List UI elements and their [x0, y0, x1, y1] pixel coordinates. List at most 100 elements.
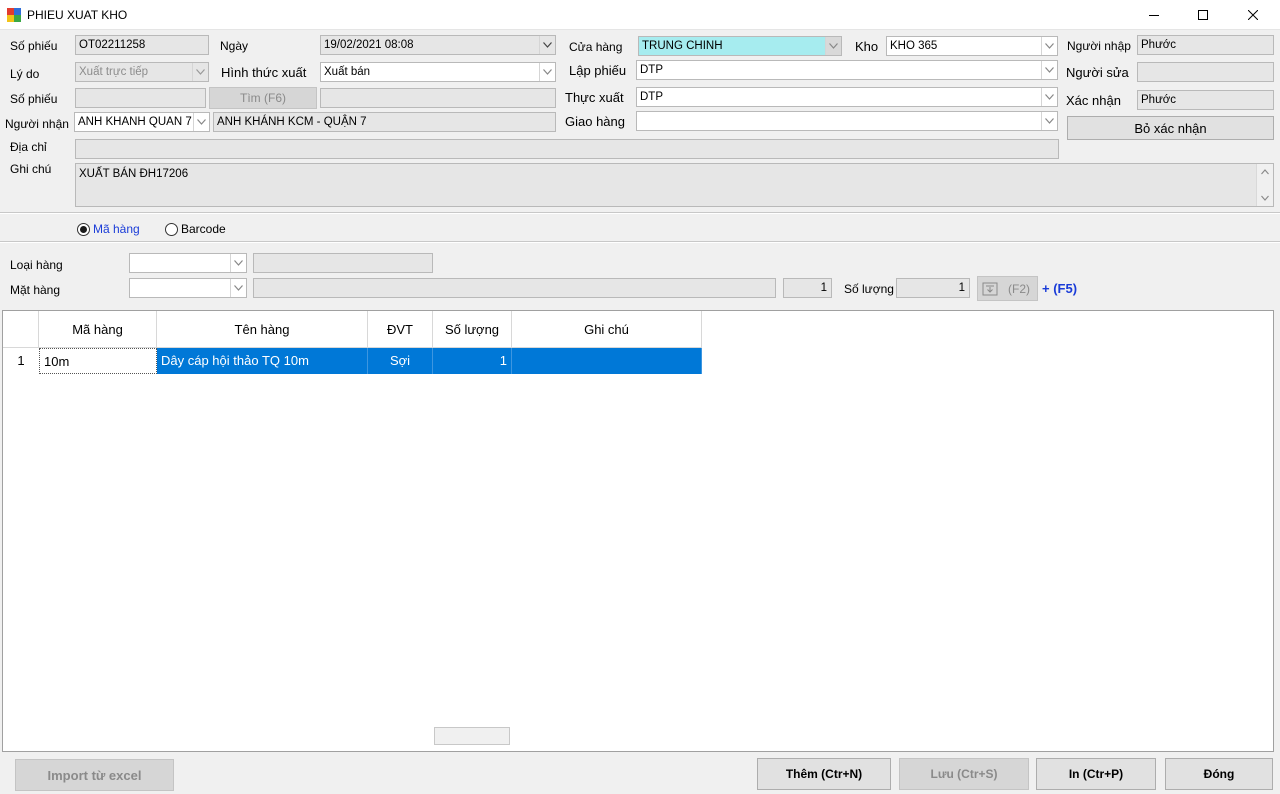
- lap-phieu-select[interactable]: DTP: [636, 60, 1058, 80]
- radio-ma-hang[interactable]: Mã hàng: [77, 222, 140, 236]
- dong-button[interactable]: Đóng: [1165, 758, 1273, 790]
- chevron-down-icon[interactable]: [1041, 88, 1057, 106]
- bo-xac-nhan-button[interactable]: Bỏ xác nhận: [1067, 116, 1274, 140]
- column-header-ghi-chu[interactable]: Ghi chú: [512, 311, 702, 348]
- chevron-down-icon[interactable]: [825, 37, 841, 55]
- nguoi-nhap-label: Người nhập: [1067, 39, 1131, 53]
- xac-nhan-label: Xác nhận: [1066, 93, 1121, 108]
- scroll-up-icon[interactable]: [1261, 169, 1269, 175]
- close-icon: [1248, 10, 1258, 20]
- luu-button[interactable]: Lưu (Ctr+S): [899, 758, 1029, 790]
- dia-chi-field[interactable]: [75, 139, 1059, 159]
- ngay-datepicker[interactable]: 19/02/2021 08:08: [320, 35, 556, 55]
- title-bar: PHIEU XUAT KHO: [0, 0, 1280, 30]
- minimize-button[interactable]: [1131, 0, 1177, 30]
- column-header-dvt[interactable]: ĐVT: [368, 311, 433, 348]
- chevron-down-icon[interactable]: [1041, 112, 1057, 130]
- loai-hang-label: Loại hàng: [10, 258, 63, 272]
- column-header-ma-hang[interactable]: Mã hàng: [39, 311, 157, 348]
- thuc-xuat-value: DTP: [640, 91, 663, 103]
- cua-hang-value: TRUNG CHINH: [642, 40, 723, 52]
- maximize-icon: [1198, 10, 1208, 20]
- them-button[interactable]: Thêm (Ctr+N): [757, 758, 891, 790]
- nguoi-sua-field[interactable]: [1137, 62, 1274, 82]
- xac-nhan-field[interactable]: Phước: [1137, 90, 1274, 110]
- nguoi-nhan-value: ANH KHANH QUAN 7: [78, 116, 192, 128]
- grid-row-header-corner: [3, 311, 39, 348]
- table-row-cell-ma-hang[interactable]: 10m: [39, 348, 157, 374]
- nguoi-nhan-label: Người nhận: [5, 117, 69, 131]
- column-header-ten-hang[interactable]: Tên hàng: [157, 311, 368, 348]
- hinh-thuc-select[interactable]: Xuất bán: [320, 62, 556, 82]
- row-index: 1: [17, 353, 25, 368]
- window-title: PHIEU XUAT KHO: [27, 8, 128, 22]
- kho-select[interactable]: KHO 365: [886, 36, 1058, 56]
- ly-do-select[interactable]: Xuất trực tiếp: [75, 62, 209, 82]
- download-list-icon: [982, 282, 998, 295]
- thuc-xuat-label: Thực xuất: [565, 90, 624, 105]
- table-row-cell-ten-hang[interactable]: Dây cáp hội thảo TQ 10m: [157, 348, 368, 374]
- ghi-chu-scrollbar[interactable]: [1256, 164, 1273, 206]
- tim-button[interactable]: Tìm (F6): [209, 87, 317, 109]
- so-luong-label: Số lượng: [844, 282, 894, 296]
- chevron-down-icon[interactable]: [230, 254, 246, 272]
- radio-barcode[interactable]: Barcode: [165, 222, 226, 236]
- table-row-cell-so-luong[interactable]: 1: [433, 348, 512, 374]
- nguoi-nhap-field[interactable]: Phước: [1137, 35, 1274, 55]
- so-phieu-label: Số phiếu: [10, 39, 58, 53]
- nguoi-sua-label: Người sửa: [1066, 65, 1129, 80]
- maximize-button[interactable]: [1180, 0, 1226, 30]
- giao-hang-select[interactable]: [636, 111, 1058, 131]
- radio-ma-hang-label: Mã hàng: [93, 222, 140, 236]
- chevron-down-icon[interactable]: [193, 113, 209, 131]
- grid-total-box: [434, 727, 510, 745]
- radio-unchecked-icon: [165, 222, 178, 236]
- thuc-xuat-select[interactable]: DTP: [636, 87, 1058, 107]
- ngay-value: 19/02/2021 08:08: [324, 39, 414, 51]
- so-phieu-ref-label: Số phiếu: [10, 92, 58, 106]
- table-row-cell-dvt[interactable]: Sợi: [368, 348, 433, 374]
- app-icon: [7, 8, 21, 22]
- radio-barcode-label: Barcode: [181, 222, 226, 236]
- divider: [0, 212, 1280, 214]
- ghi-chu-textarea[interactable]: XUẤT BÁN ĐH17206: [75, 163, 1274, 207]
- add-f5-link[interactable]: + (F5): [1042, 281, 1077, 296]
- unit-qty-field[interactable]: 1: [783, 278, 832, 298]
- items-grid[interactable]: Mã hàng Tên hàng ĐVT Số lượng Ghi chú 1 …: [2, 310, 1274, 752]
- scroll-down-icon[interactable]: [1261, 195, 1269, 201]
- kho-value: KHO 365: [890, 40, 938, 52]
- lap-phieu-value: DTP: [640, 64, 663, 76]
- chevron-down-icon[interactable]: [539, 36, 555, 54]
- lap-phieu-label: Lập phiếu: [569, 63, 627, 78]
- giao-hang-label: Giao hàng: [565, 114, 625, 129]
- chevron-down-icon[interactable]: [1041, 61, 1057, 79]
- mat-hang-name-field[interactable]: [253, 278, 776, 298]
- radio-checked-icon: [77, 222, 90, 236]
- hinh-thuc-value: Xuất bán: [324, 66, 371, 78]
- f2-button-label: (F2): [1008, 281, 1030, 296]
- in-button[interactable]: In (Ctr+P): [1036, 758, 1156, 790]
- ghi-chu-value: XUẤT BÁN ĐH17206: [79, 168, 189, 180]
- nguoi-nhan-select[interactable]: ANH KHANH QUAN 7: [74, 112, 210, 132]
- so-luong-field[interactable]: 1: [896, 278, 970, 298]
- table-row-cell-ghi-chu[interactable]: [512, 348, 702, 374]
- mat-hang-label: Mặt hàng: [10, 283, 61, 297]
- ly-do-value: Xuất trực tiếp: [79, 66, 149, 78]
- so-phieu-ref-field[interactable]: [75, 88, 206, 108]
- f2-button[interactable]: (F2): [977, 276, 1038, 301]
- loai-hang-select[interactable]: [129, 253, 247, 273]
- cua-hang-select[interactable]: TRUNG CHINH: [638, 36, 842, 56]
- chevron-down-icon[interactable]: [230, 279, 246, 297]
- chevron-down-icon[interactable]: [192, 63, 208, 81]
- column-header-so-luong[interactable]: Số lượng: [433, 311, 512, 348]
- chevron-down-icon[interactable]: [539, 63, 555, 81]
- tim-result-field[interactable]: [320, 88, 556, 108]
- chevron-down-icon[interactable]: [1041, 37, 1057, 55]
- mat-hang-select[interactable]: [129, 278, 247, 298]
- close-button[interactable]: [1230, 0, 1276, 30]
- nguoi-nhan-name-field[interactable]: ANH KHÁNH KCM - QUẬN 7: [213, 112, 556, 132]
- import-excel-button[interactable]: Import từ excel: [15, 759, 174, 791]
- so-phieu-field[interactable]: OT02211258: [75, 35, 209, 55]
- loai-hang-name-field[interactable]: [253, 253, 433, 273]
- minimize-icon: [1149, 15, 1159, 16]
